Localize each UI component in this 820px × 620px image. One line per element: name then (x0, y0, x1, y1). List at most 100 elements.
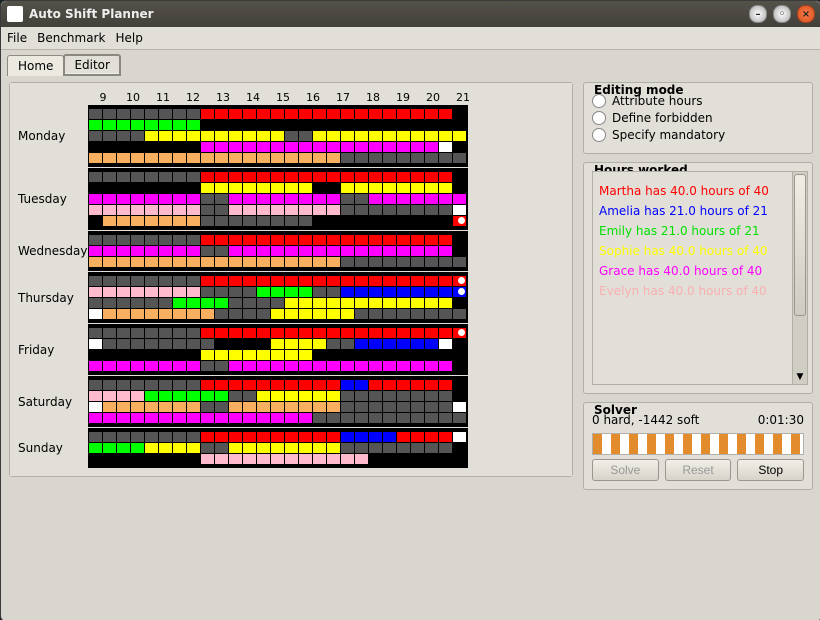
shift-row[interactable] (89, 287, 467, 297)
shift-row[interactable] (89, 298, 467, 308)
shift-row[interactable] (89, 391, 467, 401)
day-block: Sunday (18, 428, 564, 468)
day-label: Friday (18, 324, 88, 375)
hour-label: 15 (268, 91, 298, 104)
day-block: Friday (18, 324, 564, 375)
shift-row[interactable] (89, 120, 467, 130)
hour-label: 14 (238, 91, 268, 104)
progress-bar (592, 433, 804, 455)
shift-row[interactable] (89, 361, 467, 371)
hours-worked-item: Sophie has 40.0 hours of 40 (599, 244, 801, 258)
editing-mode-label: Specify mandatory (612, 128, 725, 142)
hours-worked-panel: Hours worked ▲ ▼ Martha has 40.0 hours o… (583, 162, 813, 394)
tab-home[interactable]: Home (7, 55, 64, 76)
shift-row[interactable] (89, 142, 467, 152)
shift-row[interactable] (89, 380, 467, 390)
shift-row[interactable] (89, 339, 467, 349)
hours-worked-item: Evelyn has 40.0 hours of 40 (599, 284, 801, 298)
shift-row[interactable] (89, 413, 467, 423)
shift-row[interactable] (89, 153, 467, 163)
hour-label: 13 (208, 91, 238, 104)
shift-row[interactable] (89, 172, 467, 182)
hour-label: 10 (118, 91, 148, 104)
hour-label: 20 (418, 91, 448, 104)
shift-row[interactable] (89, 454, 467, 464)
solver-time: 0:01:30 (758, 413, 804, 427)
shift-row[interactable] (89, 309, 467, 319)
hour-label: 21 (448, 91, 478, 104)
day-block: Tuesday (18, 168, 564, 230)
scroll-thumb[interactable] (794, 174, 806, 316)
shift-row[interactable] (89, 402, 467, 412)
day-label: Wednesday (18, 231, 88, 271)
menubar: File Benchmark Help (1, 27, 820, 50)
radio-icon (592, 94, 606, 108)
shift-row[interactable] (89, 246, 467, 256)
editing-mode-label: Define forbidden (612, 111, 713, 125)
shift-row[interactable] (89, 205, 467, 215)
menu-file[interactable]: File (7, 31, 27, 45)
editing-mode-panel: Editing mode Attribute hoursDefine forbi… (583, 82, 813, 154)
solve-button[interactable]: Solve (592, 459, 659, 481)
day-label: Sunday (18, 428, 88, 468)
hour-label: 17 (328, 91, 358, 104)
stop-button[interactable]: Stop (737, 459, 804, 481)
radio-icon (592, 111, 606, 125)
editor-panel: Editor 9101112131415161718192021 MondayT… (9, 82, 573, 477)
close-button[interactable]: × (797, 5, 815, 23)
schedule-grid[interactable]: MondayTuesdayWednesdayThursdayFridaySatu… (18, 105, 564, 468)
editing-mode-label: Attribute hours (612, 94, 703, 108)
app-window: Auto Shift Planner – ◦ × File Benchmark … (0, 0, 820, 620)
day-label: Thursday (18, 272, 88, 323)
day-block: Thursday (18, 272, 564, 323)
day-label: Tuesday (18, 168, 88, 230)
solver-panel: Solver 0 hard, -1442 soft 0:01:30 Solve … (583, 402, 813, 490)
app-icon (7, 6, 23, 22)
hour-header: 9101112131415161718192021 (88, 91, 564, 104)
shift-row[interactable] (89, 131, 467, 141)
shift-row[interactable] (89, 443, 467, 453)
day-block: Saturday (18, 376, 564, 427)
hour-label: 12 (178, 91, 208, 104)
radio-icon (592, 128, 606, 142)
day-block: Wednesday (18, 231, 564, 271)
editing-mode-radio[interactable]: Specify mandatory (592, 128, 804, 142)
hour-label: 19 (388, 91, 418, 104)
day-block: Monday (18, 105, 564, 167)
shift-row[interactable] (89, 235, 467, 245)
shift-row[interactable] (89, 328, 467, 338)
shift-row[interactable] (89, 216, 467, 226)
maximize-button[interactable]: ◦ (773, 5, 791, 23)
window-title: Auto Shift Planner (29, 7, 154, 21)
hour-label: 18 (358, 91, 388, 104)
hours-worked-item: Amelia has 21.0 hours of 21 (599, 204, 801, 218)
scroll-down-icon[interactable]: ▼ (793, 370, 807, 384)
minimize-button[interactable]: – (749, 5, 767, 23)
shift-row[interactable] (89, 257, 467, 267)
reset-button[interactable]: Reset (665, 459, 732, 481)
hours-worked-item: Emily has 21.0 hours of 21 (599, 224, 801, 238)
hour-label: 16 (298, 91, 328, 104)
shift-row[interactable] (89, 183, 467, 193)
day-label: Saturday (18, 376, 88, 427)
shift-row[interactable] (89, 432, 467, 442)
day-label: Monday (18, 105, 88, 167)
editing-mode-radio[interactable]: Define forbidden (592, 111, 804, 125)
editing-mode-radio[interactable]: Attribute hours (592, 94, 804, 108)
hours-worked-list[interactable]: ▲ ▼ Martha has 40.0 hours of 40 Amelia ha… (592, 171, 808, 385)
shift-row[interactable] (89, 109, 467, 119)
scrollbar[interactable]: ▲ ▼ (792, 172, 807, 384)
hours-worked-item: Martha has 40.0 hours of 40 (599, 184, 801, 198)
hours-worked-item: Grace has 40.0 hours of 40 (599, 264, 801, 278)
solver-score: 0 hard, -1442 soft (592, 413, 699, 427)
shift-row[interactable] (89, 350, 467, 360)
tab-bar: Home Editor (1, 50, 820, 76)
tab-editor[interactable]: Editor (63, 54, 121, 76)
menu-benchmark[interactable]: Benchmark (37, 31, 105, 45)
hour-label: 9 (88, 91, 118, 104)
menu-help[interactable]: Help (115, 31, 142, 45)
titlebar: Auto Shift Planner – ◦ × (1, 1, 820, 27)
hour-label: 11 (148, 91, 178, 104)
shift-row[interactable] (89, 276, 467, 286)
shift-row[interactable] (89, 194, 467, 204)
